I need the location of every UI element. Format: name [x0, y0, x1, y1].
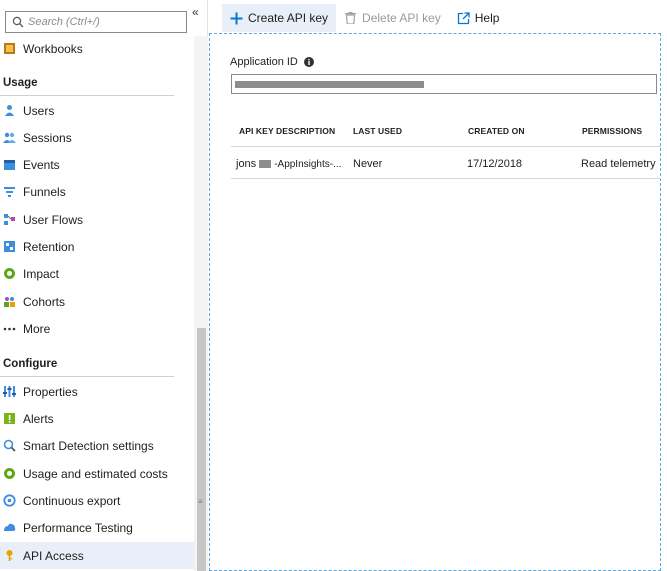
last-used-cell: Never [353, 158, 383, 170]
column-header-description[interactable]: API KEY DESCRIPTION [239, 126, 335, 136]
section-heading-configure: Configure [3, 358, 58, 370]
section-divider [0, 376, 174, 377]
sidebar-item-label: Properties [23, 384, 78, 399]
scrollbar-grip-icon: ≡ [198, 497, 203, 506]
trash-icon [344, 12, 357, 25]
more-icon [3, 322, 16, 335]
cohorts-icon [3, 295, 16, 308]
sidebar-item-label: More [23, 321, 51, 336]
sidebar-item-users[interactable]: Users [0, 97, 194, 124]
sidebar-item-label: Smart Detection settings [23, 438, 154, 453]
external-link-icon [457, 11, 470, 25]
key-icon [3, 549, 16, 562]
sidebar-item-label: User Flows [23, 212, 84, 227]
sidebar-item-label: Sessions [23, 130, 72, 145]
sidebar-item-label: Cohorts [23, 294, 66, 309]
application-id-label-text: Application ID [230, 56, 298, 68]
table-header-divider [231, 146, 661, 147]
sidebar-item-workbooks[interactable]: Workbooks [0, 35, 194, 62]
section-divider [0, 95, 174, 96]
create-api-key-button[interactable]: Create API key [222, 4, 337, 32]
sidebar-item-label: Continuous export [23, 493, 121, 508]
help-button[interactable]: Help [449, 4, 508, 32]
menu-search-box[interactable] [5, 11, 187, 33]
created-on-cell: 17/12/2018 [467, 158, 523, 170]
sidebar-item-alerts[interactable]: Alerts [0, 405, 194, 432]
section-heading-usage: Usage [3, 77, 38, 89]
sidebar-item-more[interactable]: More [0, 315, 194, 342]
table-row-divider [231, 178, 661, 179]
command-bar: Create API key Delete API key Help [222, 4, 507, 32]
delete-api-key-label: Delete API key [362, 11, 441, 25]
retention-icon [3, 240, 16, 253]
api-access-blade [209, 33, 661, 571]
collapse-menu-button[interactable]: « [192, 5, 204, 19]
resource-menu: « Workbooks Usage Users Sessions Events … [0, 0, 208, 571]
sidebar-item-label: Events [23, 157, 60, 172]
column-header-last-used[interactable]: LAST USED [353, 126, 402, 136]
sidebar-item-smart-detection[interactable]: Smart Detection settings [0, 432, 194, 459]
sidebar-item-user-flows[interactable]: User Flows [0, 206, 194, 233]
sidebar-item-label: Usage and estimated costs [23, 466, 168, 481]
search-icon [12, 16, 24, 28]
column-header-created-on[interactable]: CREATED ON [468, 126, 525, 136]
sidebar-item-api-access[interactable]: API Access [0, 542, 194, 569]
sessions-icon [3, 131, 16, 144]
sidebar-item-performance-testing[interactable]: Performance Testing [0, 514, 194, 541]
help-label: Help [474, 11, 500, 25]
user-flows-icon [3, 213, 16, 226]
api-key-description-cell[interactable]: jons -AppInsights-... [236, 158, 341, 170]
sidebar-scrollbar-thumb[interactable] [197, 328, 206, 571]
users-icon [3, 104, 16, 117]
sidebar-item-label: Users [23, 103, 55, 118]
column-header-permissions[interactable]: PERMISSIONS [582, 126, 642, 136]
sidebar-item-label: Retention [23, 239, 75, 254]
sidebar-item-continuous-export[interactable]: Continuous export [0, 487, 194, 514]
funnels-icon [3, 185, 16, 198]
sidebar-item-events[interactable]: Events [0, 151, 194, 178]
plus-icon [230, 12, 243, 25]
sidebar-item-impact[interactable]: Impact [0, 260, 194, 287]
sidebar-item-sessions[interactable]: Sessions [0, 124, 194, 151]
workbooks-icon [3, 42, 16, 55]
sidebar-item-label: Workbooks [23, 41, 83, 56]
usage-costs-icon [3, 467, 16, 480]
redacted-name [259, 160, 272, 169]
properties-icon [3, 385, 16, 398]
alerts-icon [3, 412, 16, 425]
sidebar-item-usage-costs[interactable]: Usage and estimated costs [0, 460, 194, 487]
sidebar-item-properties[interactable]: Properties [0, 378, 194, 405]
application-id-label: Application ID [230, 56, 314, 68]
create-api-key-label: Create API key [248, 11, 329, 25]
delete-api-key-button[interactable]: Delete API key [336, 4, 449, 32]
sidebar-item-label: Impact [23, 266, 60, 281]
permissions-cell: Read telemetry [581, 158, 656, 170]
smart-detection-icon [3, 439, 16, 452]
redacted-application-id [235, 81, 424, 88]
description-prefix: jons [236, 158, 257, 170]
description-suffix: -AppInsights-... [274, 159, 342, 170]
info-icon[interactable] [303, 57, 314, 67]
sidebar-item-cohorts[interactable]: Cohorts [0, 288, 194, 315]
performance-testing-icon [3, 521, 16, 534]
sidebar-item-label: Alerts [23, 411, 54, 426]
sidebar-item-label: API Access [23, 548, 84, 563]
search-input[interactable] [28, 14, 183, 30]
sidebar-item-label: Performance Testing [23, 520, 133, 535]
sidebar-item-funnels[interactable]: Funnels [0, 178, 194, 205]
impact-icon [3, 267, 16, 280]
continuous-export-icon [3, 494, 16, 507]
events-icon [3, 158, 16, 171]
sidebar-item-retention[interactable]: Retention [0, 233, 194, 260]
sidebar-item-label: Funnels [23, 184, 66, 199]
